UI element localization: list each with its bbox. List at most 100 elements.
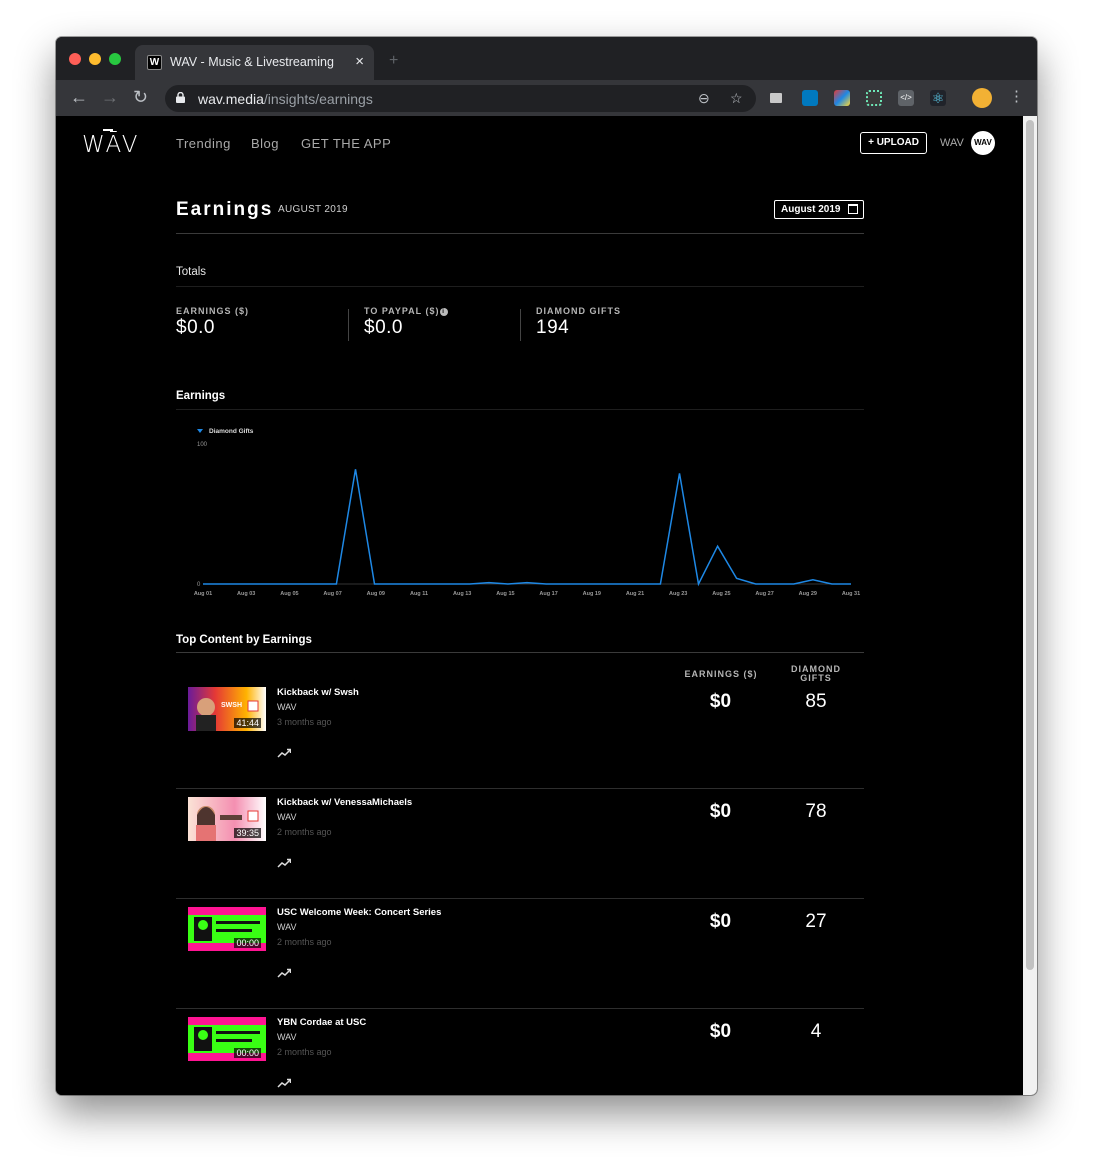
x-tick-label: Aug 21 [626,591,644,597]
stat-gifts-value: 194 [536,317,570,338]
content-owner[interactable]: WAV [277,702,297,712]
content-earnings: $0 [709,1021,732,1042]
color-extension-icon[interactable] [834,90,850,106]
content-thumbnail[interactable]: SWSH 41:44 [188,687,266,731]
content-earnings: $0 [709,691,732,712]
close-tab-icon[interactable]: × [355,53,364,70]
tab-title: WAV - Music & Livestreaming [170,55,334,69]
content-gifts: 27 [805,911,827,932]
trending-icon[interactable] [277,965,292,978]
totals-heading: Totals [176,266,207,278]
top-content-divider [176,652,864,653]
nav-blog[interactable]: Blog [251,136,279,151]
address-bar[interactable]: wav.media/insights/earnings ⊖ ☆ [165,85,756,112]
x-tick-label: Aug 13 [453,591,471,597]
stat-separator [348,309,349,341]
page-viewport: WĀV Trending Blog GET THE APP + UPLOAD W… [56,116,1037,1095]
url-text: wav.media/insights/earnings [198,91,373,107]
back-icon[interactable]: ← [70,88,88,106]
x-tick-label: Aug 15 [496,591,514,597]
browser-tab[interactable]: W WAV - Music & Livestreaming × [135,45,374,80]
new-tab-icon[interactable]: + [389,52,398,70]
x-tick-label: Aug 01 [194,591,212,597]
svg-text:SWSH: SWSH [221,702,242,709]
site-logo[interactable]: WĀV [82,132,139,158]
nav-get-the-app[interactable]: GET THE APP [301,136,391,151]
zoom-icon[interactable]: ⊖ [698,90,710,107]
browser-titlebar: W WAV - Music & Livestreaming × + [56,37,1037,80]
content-age: 2 months ago [277,827,332,837]
x-tick-label: Aug 07 [323,591,341,597]
x-tick-label: Aug 25 [712,591,730,597]
profile-avatar-icon[interactable] [972,88,992,108]
nav-trending[interactable]: Trending [176,136,231,151]
chart-divider [176,409,864,410]
content-title[interactable]: Kickback w/ VenessaMichaels [277,797,412,808]
content-title[interactable]: Kickback w/ Swsh [277,687,359,698]
legend-swatch [197,429,203,433]
scrollbar-thumb[interactable] [1026,120,1034,970]
content-gifts: 4 [810,1021,822,1042]
trending-icon[interactable] [277,855,292,868]
top-content-heading: Top Content by Earnings [176,634,312,646]
x-tick-label: Aug 03 [237,591,255,597]
content-earnings: $0 [709,911,732,932]
dots-extension-icon[interactable] [866,90,882,106]
trending-icon[interactable] [277,745,292,758]
title-divider [176,233,864,234]
react-devtools-icon[interactable]: ⚛ [930,90,946,106]
content-title[interactable]: USC Welcome Week: Concert Series [277,907,441,918]
trending-icon[interactable] [277,1075,292,1088]
content-owner[interactable]: WAV [277,812,297,822]
earnings-chart: Diamond Gifts 100 0 Aug 01 Aug 03 Aug 05 Aug 0… [194,428,860,597]
content-owner[interactable]: WAV [277,922,297,932]
x-tick-label: Aug 11 [410,591,428,597]
content-row[interactable]: 39:35 Kickback w/ VenessaMichaels WAV 2 mon… [176,789,864,899]
y-tick-label: 100 [197,442,208,448]
y-tick-label: 0 [197,582,201,588]
cast-extension-icon[interactable] [770,93,782,103]
logo-macron [103,129,113,131]
content-row[interactable]: 00:00 YBN Cordae at USC WAV 2 months ago $0 4 [176,1009,864,1095]
duration-badge: 00:00 [234,1048,261,1058]
stat-earnings: EARNINGS ($) $0.0 [176,306,249,339]
content-thumbnail[interactable]: 00:00 [188,907,266,951]
reload-icon[interactable]: ↻ [133,88,148,106]
content-row[interactable]: 00:00 USC Welcome Week: Concert Series WAV… [176,899,864,1009]
content-thumbnail[interactable]: 00:00 [188,1017,266,1061]
user-name[interactable]: WAV [940,137,964,149]
month-picker-button[interactable]: August 2019 [774,200,864,219]
page-subtitle: AUGUST 2019 [278,204,348,215]
lock-icon [176,92,185,103]
site-header: WĀV Trending Blog GET THE APP + UPLOAD W… [56,116,1023,170]
minimize-window-button[interactable] [89,53,101,65]
user-avatar[interactable]: WAV [971,131,995,155]
content-thumbnail[interactable]: 39:35 [188,797,266,841]
stat-earnings-label: EARNINGS ($) [176,306,250,316]
x-tick-label: Aug 19 [583,591,601,597]
upload-button[interactable]: + UPLOAD [860,132,927,154]
menu-kebab-icon[interactable]: ⋮ [1009,88,1024,106]
trello-extension-icon[interactable] [802,90,818,106]
content-title[interactable]: YBN Cordae at USC [277,1017,366,1028]
code-extension-icon[interactable]: </> [898,90,914,106]
x-tick-label: Aug 05 [280,591,298,597]
content-row[interactable]: SWSH 41:44 Kickback w/ Swsh WAV 3 months ago… [176,679,864,789]
page-scrollbar[interactable] [1023,116,1037,1095]
content-age: 2 months ago [277,937,332,947]
stat-gifts: DIAMOND GIFTS 194 [536,306,621,339]
x-tick-label: Aug 09 [367,591,385,597]
forward-icon[interactable]: → [101,88,119,106]
earnings-chart-heading: Earnings [176,390,226,402]
maximize-window-button[interactable] [109,53,121,65]
col-earnings-header[interactable]: EARNINGS ($) [679,670,763,679]
stat-paypal: TO PAYPAL ($) i $0.0 [364,306,448,339]
content-owner[interactable]: WAV [277,1032,297,1042]
bookmark-star-icon[interactable]: ☆ [730,90,743,107]
content-age: 2 months ago [277,1047,332,1057]
close-window-button[interactable] [69,53,81,65]
info-icon[interactable]: i [439,308,448,316]
month-picker-label: August 2019 [781,204,841,215]
totals-divider [176,286,864,287]
duration-badge: 41:44 [234,718,261,728]
